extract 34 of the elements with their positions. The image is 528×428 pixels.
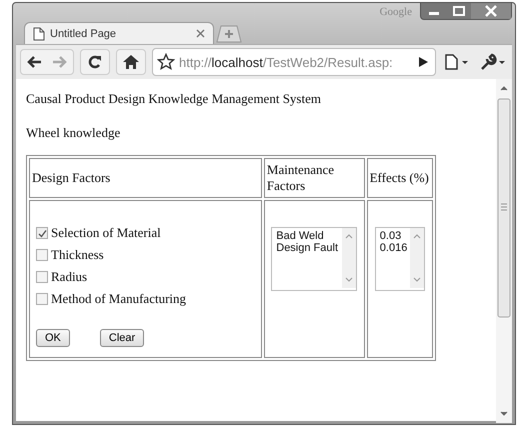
column-header: Maintenance Factors [264, 158, 365, 198]
form-button[interactable]: Clear [100, 329, 144, 347]
list-item[interactable]: Bad Weld [276, 230, 338, 242]
checkbox-label: Thickness [51, 247, 104, 263]
column-header: Effects (%) [366, 158, 433, 198]
close-icon[interactable] [471, 3, 511, 19]
address-bar[interactable]: http://localhost/TestWeb2/Result.asp: [152, 48, 436, 76]
scrollbar-icon [410, 228, 424, 288]
checkbox[interactable] [36, 293, 48, 305]
checkbox[interactable] [36, 249, 48, 261]
form-button[interactable]: OK [36, 329, 70, 347]
list-item[interactable]: 0.03 [380, 230, 406, 242]
list-item[interactable]: 0.016 [380, 242, 406, 254]
list-item[interactable]: Design Fault [276, 242, 338, 254]
checkbox[interactable] [36, 271, 48, 283]
scrollbar-drawing[interactable] [496, 79, 512, 423]
brand-logo: Google [380, 6, 412, 18]
checkbox-label: Method of Manufacturing [51, 291, 186, 307]
url-text: http://localhost/TestWeb2/Result.asp: [179, 54, 394, 70]
scrollbar-icon [342, 228, 356, 288]
star-icon[interactable] [157, 53, 175, 71]
page-subtitle: Wheel knowledge [26, 125, 122, 141]
page-icon [33, 26, 45, 40]
new-tab-button[interactable] [216, 25, 242, 43]
checkbox-label: Radius [51, 269, 88, 285]
list-box[interactable]: 0.03 0.016 [374, 227, 425, 291]
column-header: Design Factors [29, 158, 262, 198]
page-title: Causal Product Design Knowledge Management System [26, 91, 322, 107]
checkbox[interactable] [36, 227, 48, 239]
tab-title: Untitled Page [50, 28, 118, 40]
browser-tab[interactable]: Untitled Page [24, 22, 214, 44]
close-icon[interactable] [196, 29, 205, 38]
checkbox-label: Selection of Material [51, 225, 161, 241]
list-box[interactable]: Bad Weld Design Fault [271, 227, 358, 291]
